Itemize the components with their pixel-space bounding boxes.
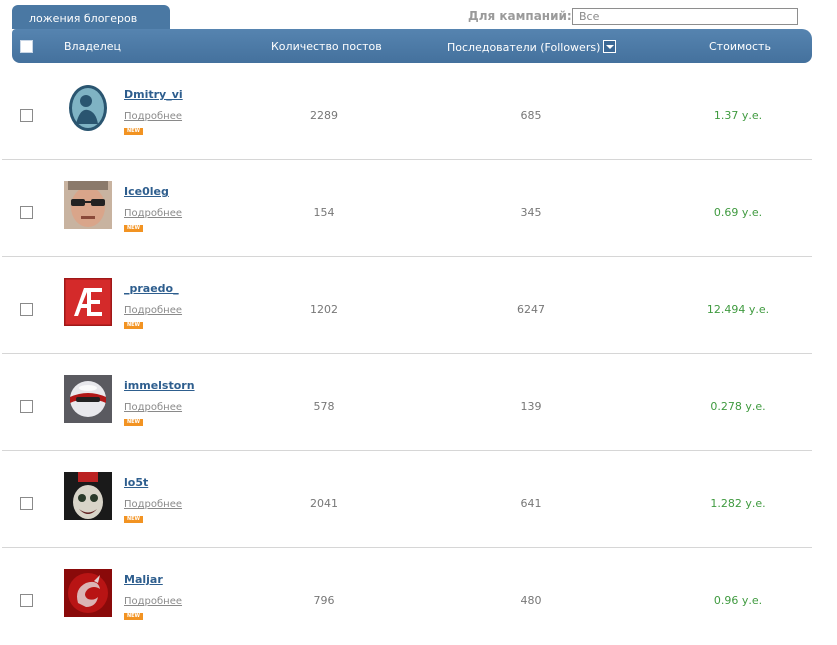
new-badge: NEW <box>124 613 143 620</box>
ae-logo-avatar[interactable] <box>64 278 112 326</box>
row-checkbox[interactable] <box>20 303 33 316</box>
posts-count: 2041 <box>310 497 338 510</box>
price-value: 1.37 у.е. <box>713 109 763 122</box>
details-link[interactable]: Подробнее <box>124 111 182 122</box>
new-badge: NEW <box>124 225 143 232</box>
table-row: Dmitry_vi Подробнее NEW 2289 685 1.37 у.… <box>0 63 812 160</box>
username-link[interactable]: Dmitry_vi <box>124 88 183 101</box>
select-all-checkbox[interactable] <box>20 40 33 53</box>
red-dragon-avatar[interactable] <box>64 569 112 617</box>
details-link[interactable]: Подробнее <box>124 208 182 219</box>
row-checkbox[interactable] <box>20 206 33 219</box>
posts-count: 1202 <box>310 303 338 316</box>
table-row: _praedo_ Подробнее NEW 1202 6247 12.494 … <box>0 257 812 354</box>
table-row: Maljar Подробнее NEW 796 480 0.96 у.е. <box>0 548 812 645</box>
row-checkbox[interactable] <box>20 497 33 510</box>
sort-dropdown-icon[interactable] <box>603 40 617 53</box>
campaign-select[interactable] <box>572 8 798 25</box>
tab-blogger-offers[interactable]: ложения блогеров <box>12 5 170 29</box>
price-value: 1.282 у.е. <box>710 497 766 510</box>
price-value: 12.494 у.е. <box>706 303 770 316</box>
username-link[interactable]: _praedo_ <box>124 282 179 295</box>
followers-count: 641 <box>520 497 542 510</box>
price-value: 0.278 у.е. <box>710 400 766 413</box>
details-link[interactable]: Подробнее <box>124 305 182 316</box>
column-followers[interactable]: Последователи (Followers) <box>447 40 617 54</box>
posts-count: 796 <box>313 594 335 607</box>
username-link[interactable]: Ice0leg <box>124 185 169 198</box>
details-link[interactable]: Подробнее <box>124 402 182 413</box>
column-posts[interactable]: Количество постов <box>271 40 382 53</box>
posts-count: 578 <box>313 400 335 413</box>
followers-count: 139 <box>520 400 542 413</box>
robot-ball-avatar[interactable] <box>64 375 112 423</box>
new-badge: NEW <box>124 419 143 426</box>
posts-count: 154 <box>313 206 335 219</box>
clown-face-avatar[interactable] <box>64 472 112 520</box>
row-checkbox[interactable] <box>20 109 33 122</box>
campaign-label: Для кампаний: <box>468 9 572 23</box>
column-followers-label: Последователи (Followers) <box>447 41 601 54</box>
new-badge: NEW <box>124 128 143 135</box>
column-price[interactable]: Стоимость <box>709 40 771 53</box>
details-link[interactable]: Подробнее <box>124 596 182 607</box>
new-badge: NEW <box>124 322 143 329</box>
row-checkbox[interactable] <box>20 400 33 413</box>
face-sunglasses-avatar[interactable] <box>64 181 112 229</box>
followers-count: 685 <box>520 109 542 122</box>
table-header: Владелец Количество постов Последователи… <box>12 29 812 63</box>
row-checkbox[interactable] <box>20 594 33 607</box>
campaign-filter: Для кампаний: <box>468 9 572 23</box>
new-badge: NEW <box>124 516 143 523</box>
table-row: immelstorn Подробнее NEW 578 139 0.278 у… <box>0 354 812 451</box>
username-link[interactable]: Maljar <box>124 573 163 586</box>
table-row: lo5t Подробнее NEW 2041 641 1.282 у.е. <box>0 451 812 548</box>
details-link[interactable]: Подробнее <box>124 499 182 510</box>
column-owner[interactable]: Владелец <box>64 40 121 53</box>
price-value: 0.69 у.е. <box>713 206 763 219</box>
followers-count: 480 <box>520 594 542 607</box>
price-value: 0.96 у.е. <box>713 594 763 607</box>
username-link[interactable]: immelstorn <box>124 379 195 392</box>
posts-count: 2289 <box>310 109 338 122</box>
username-link[interactable]: lo5t <box>124 476 148 489</box>
followers-count: 6247 <box>517 303 545 316</box>
followers-count: 345 <box>520 206 542 219</box>
table-row: Ice0leg Подробнее NEW 154 345 0.69 у.е. <box>0 160 812 257</box>
silhouette-avatar[interactable] <box>64 84 112 132</box>
